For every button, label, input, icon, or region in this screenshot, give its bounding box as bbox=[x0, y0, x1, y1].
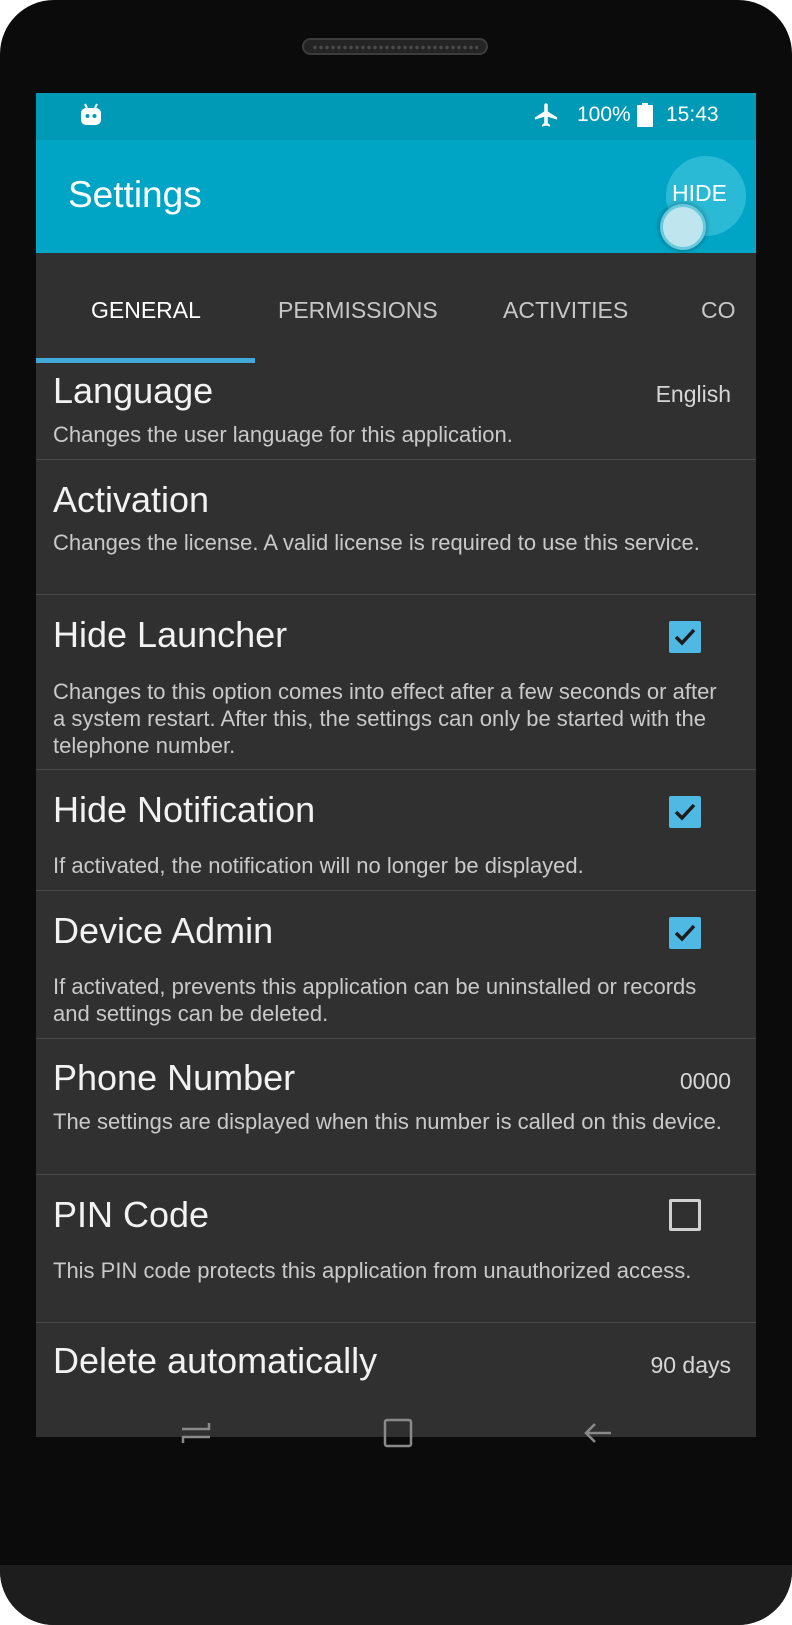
settings-list: Language English Changes the user langua… bbox=[36, 365, 756, 1403]
setting-description: Changes the license. A valid license is … bbox=[53, 530, 700, 555]
tab-bar: GENERAL PERMISSIONS ACTIVITIES CO bbox=[36, 253, 756, 365]
setting-title: Language bbox=[53, 370, 214, 411]
hide-notification-checkbox[interactable] bbox=[669, 796, 701, 828]
recent-apps-icon[interactable] bbox=[180, 1417, 212, 1454]
phone-frame: 100% 15:43 Settings HIDE GENERAL PERMISS… bbox=[0, 0, 792, 1625]
setting-description: If activated, prevents this application … bbox=[53, 974, 697, 1026]
setting-description: The settings are displayed when this num… bbox=[53, 1109, 722, 1134]
status-time: 15:43 bbox=[666, 103, 719, 126]
tab-co[interactable]: CO bbox=[701, 297, 736, 324]
hide-button[interactable]: HIDE bbox=[672, 180, 727, 207]
setting-description: If activated, the notification will no l… bbox=[53, 853, 584, 878]
back-icon[interactable] bbox=[582, 1417, 614, 1454]
tab-permissions[interactable]: PERMISSIONS bbox=[278, 297, 438, 324]
setting-description: Changes the user language for this appli… bbox=[53, 422, 513, 447]
app-bar: Settings HIDE bbox=[36, 140, 756, 253]
setting-title: Hide Launcher bbox=[53, 614, 288, 655]
tab-activities[interactable]: ACTIVITIES bbox=[503, 297, 628, 324]
setting-description: Changes to this option comes into effect… bbox=[53, 679, 717, 758]
setting-title: PIN Code bbox=[53, 1194, 210, 1235]
setting-phone-number[interactable]: Phone Number 0000 The settings are displ… bbox=[36, 1039, 756, 1175]
tab-indicator bbox=[36, 358, 255, 363]
setting-value: 0000 bbox=[679, 1068, 731, 1094]
phone-bottom-bezel bbox=[0, 1565, 792, 1625]
setting-value: 90 days bbox=[650, 1352, 731, 1378]
setting-device-admin[interactable]: Device Admin If activated, prevents this… bbox=[36, 891, 756, 1039]
pin-code-checkbox[interactable] bbox=[669, 1199, 701, 1231]
setting-hide-launcher[interactable]: Hide Launcher Changes to this option com… bbox=[36, 595, 756, 770]
setting-delete-automatically[interactable]: Delete automatically 90 days bbox=[36, 1323, 756, 1403]
setting-value: English bbox=[655, 381, 731, 407]
touch-indicator bbox=[660, 204, 706, 250]
battery-percentage: 100% bbox=[577, 103, 631, 126]
tab-general[interactable]: GENERAL bbox=[91, 297, 201, 324]
hide-launcher-checkbox[interactable] bbox=[669, 621, 701, 653]
checkmark-icon bbox=[674, 628, 696, 646]
speaker-grille bbox=[302, 38, 488, 55]
setting-activation[interactable]: Activation Changes the license. A valid … bbox=[36, 460, 756, 595]
checkmark-icon bbox=[674, 924, 696, 942]
setting-title: Delete automatically bbox=[53, 1340, 378, 1381]
setting-language[interactable]: Language English Changes the user langua… bbox=[36, 365, 756, 460]
setting-title: Activation bbox=[53, 479, 210, 520]
setting-title: Hide Notification bbox=[53, 789, 316, 830]
setting-title: Device Admin bbox=[53, 910, 274, 951]
airplane-mode-icon bbox=[532, 101, 560, 134]
setting-pin-code[interactable]: PIN Code This PIN code protects this app… bbox=[36, 1175, 756, 1323]
android-robot-icon bbox=[80, 103, 102, 132]
checkmark-icon bbox=[674, 803, 696, 821]
setting-description: This PIN code protects this application … bbox=[53, 1258, 692, 1283]
page-title: Settings bbox=[68, 174, 202, 215]
home-icon[interactable] bbox=[382, 1417, 414, 1454]
battery-icon bbox=[637, 103, 653, 132]
setting-hide-notification[interactable]: Hide Notification If activated, the noti… bbox=[36, 770, 756, 891]
device-admin-checkbox[interactable] bbox=[669, 917, 701, 949]
status-bar: 100% 15:43 bbox=[36, 93, 756, 140]
screen: 100% 15:43 Settings HIDE GENERAL PERMISS… bbox=[36, 93, 756, 1437]
setting-title: Phone Number bbox=[53, 1057, 296, 1098]
